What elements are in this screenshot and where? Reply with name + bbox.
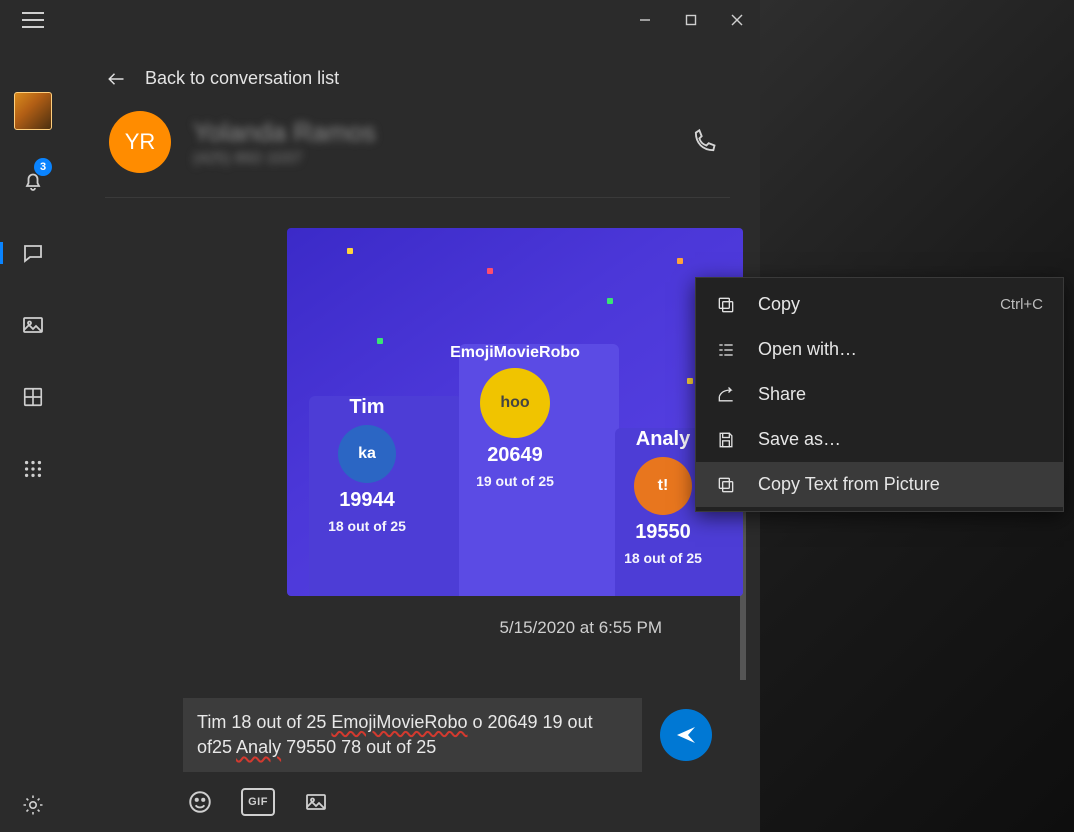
copy-icon	[714, 295, 738, 315]
ctx-copy-text-from-picture[interactable]: Copy Text from Picture	[696, 462, 1063, 507]
sidebar: 3	[0, 40, 65, 832]
chat-icon	[21, 241, 45, 265]
gif-button[interactable]: GIF	[241, 788, 275, 816]
ctx-open-with[interactable]: Open with…	[696, 327, 1063, 372]
podium: Tim ka 19944 18 out of 25 EmojiMovieRobo…	[287, 346, 743, 596]
podium-right-sub: 18 out of 25	[624, 550, 702, 566]
notification-badge: 3	[34, 158, 52, 176]
maximize-button[interactable]	[668, 5, 714, 35]
contact-phone: (425) 892-1037	[193, 150, 660, 168]
image-attach-icon	[302, 790, 330, 814]
share-icon	[714, 385, 738, 405]
podium-mid-name: EmojiMovieRobo	[450, 344, 580, 362]
image-button[interactable]	[301, 788, 331, 816]
image-icon	[21, 313, 45, 337]
podium-mid-sub: 19 out of 25	[476, 473, 554, 489]
photos-nav[interactable]	[0, 304, 65, 346]
copy-text-icon	[714, 475, 738, 495]
message-timestamp: 5/15/2020 at 6:55 PM	[65, 596, 718, 638]
app-window: 3 Back to c	[0, 0, 760, 832]
dialpad-nav[interactable]	[0, 448, 65, 490]
message-list: Tim ka 19944 18 out of 25 EmojiMovieRobo…	[65, 198, 760, 680]
podium-left-name: Tim	[349, 396, 384, 419]
apps-nav[interactable]	[0, 376, 65, 418]
dialpad-icon	[22, 458, 44, 480]
close-icon	[731, 14, 743, 26]
maximize-icon	[685, 14, 697, 26]
ctx-copy[interactable]: Copy Ctrl+C	[696, 282, 1063, 327]
emoji-button[interactable]	[185, 788, 215, 816]
profile-thumbnail[interactable]	[14, 92, 52, 130]
close-button[interactable]	[714, 5, 760, 35]
contact-avatar[interactable]: YR	[109, 111, 171, 173]
podium-right-medal: t!	[634, 457, 692, 515]
back-row[interactable]: Back to conversation list	[65, 40, 760, 97]
podium-right-name: Analy	[636, 428, 690, 451]
minimize-button[interactable]	[622, 5, 668, 35]
hamburger-icon	[22, 19, 44, 21]
podium-mid-medal: hoo	[480, 368, 550, 438]
podium-right-score: 19550	[635, 521, 691, 544]
back-arrow-icon	[105, 70, 127, 88]
ctx-save-as[interactable]: Save as…	[696, 417, 1063, 462]
messages-nav[interactable]	[0, 232, 65, 274]
contact-name: Yolanda Ramos	[193, 117, 660, 148]
context-menu: Copy Ctrl+C Open with… Share Save as… Co…	[695, 277, 1064, 512]
titlebar	[0, 0, 760, 40]
settings-nav[interactable]	[0, 784, 65, 826]
gear-icon	[21, 793, 45, 817]
back-label: Back to conversation list	[145, 68, 339, 89]
grid-icon	[22, 386, 44, 408]
save-icon	[714, 430, 738, 450]
podium-left-sub: 18 out of 25	[328, 518, 406, 534]
message-input[interactable]: Tim 18 out of 25 EmojiMovieRobo o 20649 …	[183, 698, 642, 772]
call-button[interactable]	[682, 120, 726, 164]
conversation-panel: Back to conversation list YR Yolanda Ram…	[65, 40, 760, 832]
notifications-nav[interactable]: 3	[0, 160, 65, 202]
phone-icon	[690, 128, 718, 156]
hamburger-button[interactable]	[0, 0, 65, 40]
contact-header: YR Yolanda Ramos (425) 892-1037	[65, 97, 760, 187]
emoji-icon	[187, 789, 213, 815]
podium-left-score: 19944	[339, 489, 395, 512]
message-image[interactable]: Tim ka 19944 18 out of 25 EmojiMovieRobo…	[287, 228, 743, 596]
compose-row: Tim 18 out of 25 EmojiMovieRobo o 20649 …	[65, 680, 760, 786]
podium-mid-score: 20649	[487, 444, 543, 467]
send-button[interactable]	[660, 709, 712, 761]
minimize-icon	[639, 14, 651, 26]
send-icon	[674, 723, 698, 747]
attach-row: GIF	[65, 786, 760, 832]
ctx-share[interactable]: Share	[696, 372, 1063, 417]
open-with-icon	[714, 340, 738, 360]
podium-left-medal: ka	[338, 425, 396, 483]
